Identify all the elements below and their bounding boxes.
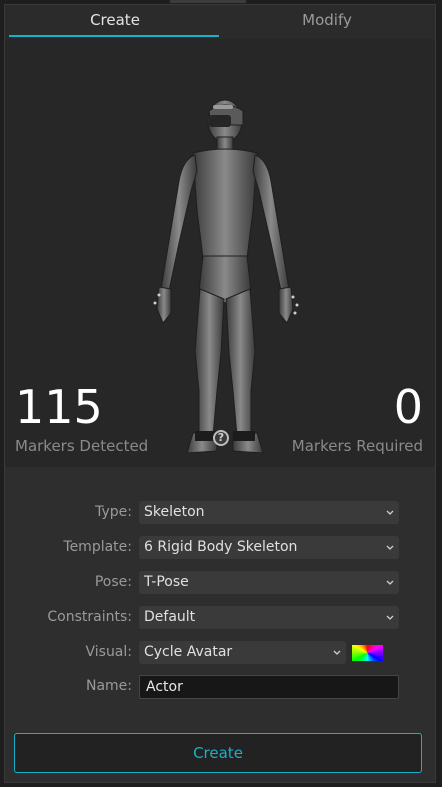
pose-row: Pose: T-Pose <box>5 571 435 595</box>
constraints-label: Constraints: <box>47 609 132 625</box>
type-value: Skeleton <box>144 504 205 520</box>
window-top-strip <box>170 0 246 3</box>
avatar-viewport[interactable]: ? 115 Markers Detected 0 Markers Require… <box>5 39 435 467</box>
name-input[interactable]: Actor <box>139 675 399 699</box>
tab-bar: Create Modify <box>5 5 435 39</box>
chevron-down-icon <box>386 615 394 620</box>
markers-required-count: 0 <box>393 380 423 434</box>
visual-label: Visual: <box>85 644 132 660</box>
visual-row: Visual: Cycle Avatar <box>5 641 435 665</box>
template-row: Template: 6 Rigid Body Skeleton <box>5 536 435 560</box>
chevron-down-icon <box>333 650 341 655</box>
constraints-select[interactable]: Default <box>139 606 399 629</box>
builder-panel: Create Modify ? 115 Markers Detected 0 M… <box>4 4 436 783</box>
create-button[interactable]: Create <box>14 733 422 773</box>
chevron-down-icon <box>386 580 394 585</box>
template-label: Template: <box>63 539 132 555</box>
markers-detected-label: Markers Detected <box>15 437 149 455</box>
type-select[interactable]: Skeleton <box>139 501 399 524</box>
visual-select[interactable]: Cycle Avatar <box>139 641 346 664</box>
tab-modify[interactable]: Modify <box>221 5 433 39</box>
active-tab-indicator <box>9 35 219 37</box>
chevron-down-icon <box>386 545 394 550</box>
name-label: Name: <box>85 678 132 694</box>
pose-select[interactable]: T-Pose <box>139 571 399 594</box>
help-icon[interactable]: ? <box>213 430 229 446</box>
type-label: Type: <box>95 504 132 520</box>
constraints-row: Constraints: Default <box>5 606 435 630</box>
color-swatch-icon[interactable] <box>352 645 383 661</box>
template-select[interactable]: 6 Rigid Body Skeleton <box>139 536 399 559</box>
pose-value: T-Pose <box>144 574 189 590</box>
name-row: Name: Actor <box>5 675 435 699</box>
tab-create[interactable]: Create <box>9 5 221 39</box>
visual-value: Cycle Avatar <box>144 644 233 660</box>
template-value: 6 Rigid Body Skeleton <box>144 539 298 555</box>
type-row: Type: Skeleton <box>5 501 435 525</box>
chevron-down-icon <box>386 510 394 515</box>
constraints-value: Default <box>144 609 196 625</box>
avatar-figure <box>153 99 299 454</box>
markers-detected-count: 115 <box>15 380 103 434</box>
pose-label: Pose: <box>94 574 132 590</box>
markers-required-label: Markers Required <box>291 437 423 455</box>
